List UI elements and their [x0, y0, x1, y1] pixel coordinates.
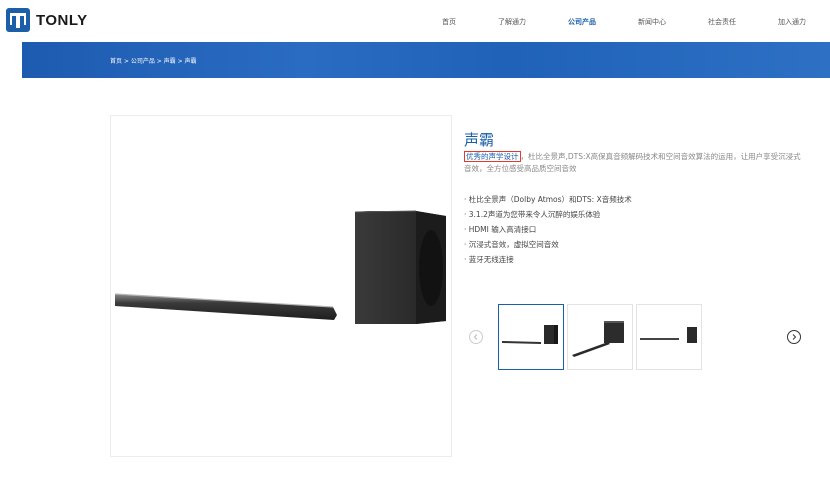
feature-item: · 蓝牙无线连接 [464, 255, 514, 264]
logo[interactable]: TONLY [6, 8, 88, 32]
feature-item: · 3.1.2声道为您带来令人沉醉的娱乐体验 [464, 210, 601, 219]
thumbnail-image [640, 327, 697, 343]
feature-item: · 杜比全景声（Dolby Atmos）和DTS: X音频技术 [464, 195, 632, 204]
nav-news[interactable]: 新闻中心 [638, 17, 666, 27]
nav-home[interactable]: 首页 [442, 17, 456, 27]
thumbnail-1[interactable] [498, 304, 564, 370]
next-button[interactable] [787, 330, 801, 344]
description-highlight: 优秀的声学设计 [464, 151, 521, 162]
logo-icon [6, 8, 30, 32]
feature-list: · 杜比全景声（Dolby Atmos）和DTS: X音频技术 · 3.1.2声… [464, 192, 794, 267]
soundbar-image [114, 210, 446, 324]
feature-item: · HDMI 输入高清接口 [464, 225, 537, 234]
breadcrumb: 首页 > 公司产品 > 声霸 > 声霸 [110, 56, 199, 65]
brand-name: TONLY [36, 11, 88, 29]
product-description: 优秀的声学设计 ，杜比全景声,DTS:X高保真音频解码技术和空间音效算法的运用，让… [464, 151, 804, 175]
page-banner: 首页 > 公司产品 > 声霸 > 声霸 [22, 42, 830, 78]
thumbnail-image [572, 321, 624, 357]
chevron-right-icon [792, 334, 797, 340]
nav-responsibility[interactable]: 社会责任 [708, 17, 736, 27]
site-header: TONLY 首页 了解通力 公司产品 新闻中心 社会责任 加入通力 [0, 0, 830, 42]
product-image [110, 115, 452, 457]
thumbnail-3[interactable] [636, 304, 702, 370]
thumbnail-2[interactable] [567, 304, 633, 370]
chevron-left-icon [473, 334, 478, 340]
breadcrumb-text[interactable]: 首页 > 公司产品 > 声霸 > 声霸 [110, 56, 197, 65]
nav-products[interactable]: 公司产品 [568, 17, 596, 27]
nav-careers[interactable]: 加入通力 [778, 17, 806, 27]
main-nav: 首页 了解通力 公司产品 新闻中心 社会责任 加入通力 [400, 17, 806, 27]
nav-about[interactable]: 了解通力 [498, 17, 526, 27]
thumbnail-image [502, 325, 558, 344]
prev-button[interactable] [469, 330, 483, 344]
product-title: 声霸 [464, 131, 495, 149]
feature-item: · 沉浸式音效，虚拟空间音效 [464, 240, 559, 249]
